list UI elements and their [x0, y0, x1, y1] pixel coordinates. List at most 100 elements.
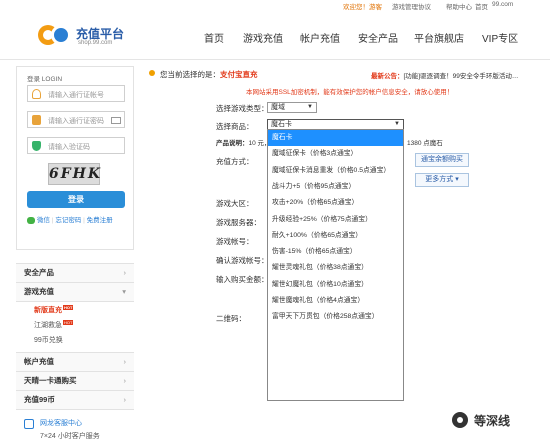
- region-label: 游戏大区：: [216, 199, 254, 208]
- wechat-icon: [27, 216, 35, 224]
- top-bar: 欢迎您！游客 游戏管理协议 帮助中心 首页 99.com: [0, 0, 550, 11]
- security-notice: 本网站采用SSL加密机制，能有效保护您的帐户信息安全，请放心使用！: [246, 89, 454, 96]
- password-placeholder: 请输入通行证密码: [48, 118, 104, 125]
- dropdown-option[interactable]: 伤害-15%（价格65点通宝）: [268, 244, 403, 260]
- game-type-value: 魔域: [271, 104, 285, 111]
- menu-game-label: 游戏充值: [24, 287, 54, 296]
- chevron-down-icon: ▼: [394, 121, 400, 127]
- dropdown-option[interactable]: 升级经验+25%（价格75点通宝）: [268, 212, 403, 228]
- more-methods-label: 更多方式: [425, 176, 454, 183]
- service-title[interactable]: 网龙客服中心: [40, 418, 82, 428]
- wechat-link[interactable]: 微信: [37, 217, 50, 224]
- announcement[interactable]: 最新公告：[功能]驱逐调查！99安全令手环版活动…: [371, 70, 518, 80]
- shield-icon: [32, 141, 41, 151]
- announcement-text: [功能]驱逐调查！99安全令手环版活动…: [403, 73, 519, 80]
- register-link[interactable]: 免费注册: [87, 217, 113, 224]
- dropdown-option[interactable]: 耀世灵魂礼包（价格38点通宝）: [268, 260, 403, 276]
- game-type-select[interactable]: 魔域 ▼: [267, 102, 317, 113]
- product-desc-label: 产品说明：: [216, 140, 249, 147]
- chevron-right-icon: ›: [123, 357, 127, 366]
- more-methods-button[interactable]: 更多方式 ▾: [415, 173, 469, 187]
- menu-sub-rescue[interactable]: 江湖救急 HOT: [34, 320, 74, 330]
- watermark-logo-icon: [452, 412, 468, 428]
- nav-game-recharge[interactable]: 游戏充值: [243, 30, 283, 45]
- logo-sub: shop.99.com: [78, 40, 113, 46]
- nav-flagship[interactable]: 平台旗舰店: [414, 30, 464, 45]
- nav-home[interactable]: 首页: [204, 30, 224, 45]
- lock-icon: [32, 115, 41, 125]
- keyboard-icon[interactable]: [111, 117, 121, 124]
- dropdown-option[interactable]: 魔域征保卡消息重发（价格0.5点通宝）: [268, 163, 403, 179]
- captcha-placeholder: 请输入验证码: [48, 144, 90, 151]
- product-value: 魔石卡: [271, 121, 292, 128]
- dropdown-option[interactable]: 耀世魔魂礼包（价格4点通宝）: [268, 293, 403, 309]
- menu-99coin[interactable]: 充值99币 ›: [16, 390, 134, 410]
- game-type-label: 选择游戏类型：: [216, 104, 269, 113]
- header: 充值平台 shop.99.com 首页 游戏充值 帐户充值 安全产品 平台旗舰店…: [0, 10, 550, 60]
- dropdown-option[interactable]: 耐久+100%（价格65点通宝）: [268, 228, 403, 244]
- service-icon: [24, 419, 34, 429]
- dropdown-option[interactable]: 魔石卡: [268, 130, 403, 147]
- dropdown-option[interactable]: 战斗力+5（价格95点通宝）: [268, 179, 403, 195]
- announcement-key: 最新公告：: [371, 73, 404, 80]
- dropdown-option[interactable]: 魔域征保卡（价格3点通宝）: [268, 146, 403, 162]
- confirm-account-label: 确认游戏帐号：: [216, 256, 269, 265]
- menu-99coin-label: 充值99币: [24, 395, 55, 404]
- dropdown-option[interactable]: 攻击+20%（价格65点通宝）: [268, 195, 403, 211]
- watermark-text: 等深线: [474, 414, 511, 428]
- forgot-password-link[interactable]: 忘记密码: [55, 217, 81, 224]
- menu-game-recharge[interactable]: 游戏充值 ▾: [16, 282, 134, 302]
- watermark: 等深线: [452, 410, 542, 430]
- captcha-image[interactable]: 6FHK: [48, 163, 100, 185]
- amount-label: 输入购买金额：: [216, 275, 269, 284]
- login-box: 登录 LOGIN 请输入通行证帐号 请输入通行证密码 请输入验证码 6FHK 登…: [16, 66, 134, 250]
- hot-badge: HOT: [63, 320, 74, 325]
- notice-value: 支付宝直充: [220, 70, 258, 79]
- product-dropdown-list[interactable]: 魔石卡 魔域征保卡（价格3点通宝） 魔域征保卡消息重发（价格0.5点通宝） 战斗…: [267, 129, 404, 401]
- user-icon: [32, 89, 41, 99]
- dropdown-option[interactable]: 耀世幻魔礼包（价格10点通宝）: [268, 277, 403, 293]
- chevron-right-icon: ›: [123, 395, 127, 404]
- chevron-down-icon: ▼: [307, 104, 313, 110]
- account-placeholder: 请输入通行证帐号: [48, 92, 104, 99]
- hot-badge: HOT: [63, 305, 74, 310]
- account-field[interactable]: 请输入通行证帐号: [27, 85, 125, 102]
- pay-method-label: 充值方式：: [216, 157, 254, 166]
- notice-icon: [149, 70, 155, 76]
- logo[interactable]: 充值平台 shop.99.com: [38, 22, 138, 50]
- server-label: 游戏服务器：: [216, 218, 261, 227]
- menu-account-recharge[interactable]: 帐户充值 ›: [16, 352, 134, 372]
- site-link[interactable]: 99.com: [492, 1, 513, 8]
- nav-account-recharge[interactable]: 帐户充值: [300, 30, 340, 45]
- chevron-right-icon: ›: [123, 268, 127, 277]
- product-label: 选择商品：: [216, 122, 254, 131]
- menu-card-label: 天晴一卡通购买: [24, 376, 77, 385]
- chevron-down-icon: ▾: [122, 287, 126, 296]
- menu-card-buy[interactable]: 天晴一卡通购买 ›: [16, 371, 134, 391]
- menu-sub-exchange[interactable]: 99币兑换: [34, 335, 63, 345]
- main-content: 您当前选择的是：支付宝直充 最新公告：[功能]驱逐调查！99安全令手环版活动… …: [146, 66, 550, 445]
- login-links: 微信 | 忘记密码 | 免费注册: [27, 214, 113, 224]
- chevron-down-icon: ▾: [455, 176, 459, 183]
- menu-security-label: 安全产品: [24, 268, 54, 277]
- menu-sub-direct-label: 新版直充: [34, 307, 62, 314]
- nav-vip[interactable]: VIP专区: [482, 30, 518, 45]
- password-field[interactable]: 请输入通行证密码: [27, 111, 125, 128]
- notice-prefix: 您当前选择的是：: [160, 70, 220, 79]
- nav-security[interactable]: 安全产品: [358, 30, 398, 45]
- menu-sub-direct[interactable]: 新版直充 HOT: [34, 305, 74, 315]
- captcha-field[interactable]: 请输入验证码: [27, 137, 125, 154]
- dropdown-option[interactable]: 富甲天下万贯包（价格258点通宝）: [268, 309, 403, 325]
- product-desc-tail: 1380 点魔石: [407, 140, 443, 147]
- logo-ring-icon: [51, 25, 71, 45]
- menu-sub-rescue-label: 江湖救急: [34, 322, 62, 329]
- login-title: 登录 LOGIN: [27, 76, 63, 83]
- login-button[interactable]: 登录: [27, 191, 125, 208]
- current-selection: 您当前选择的是：支付宝直充: [160, 69, 258, 80]
- account-label: 游戏帐号：: [216, 237, 254, 246]
- product-desc: 产品说明：10 元，: [216, 137, 271, 147]
- menu-security[interactable]: 安全产品 ›: [16, 263, 134, 283]
- balance-pay-button[interactable]: 通宝余额购买: [415, 153, 469, 167]
- menu-account-label: 帐户充值: [24, 357, 54, 366]
- qrcode-label: 二维码：: [216, 314, 246, 323]
